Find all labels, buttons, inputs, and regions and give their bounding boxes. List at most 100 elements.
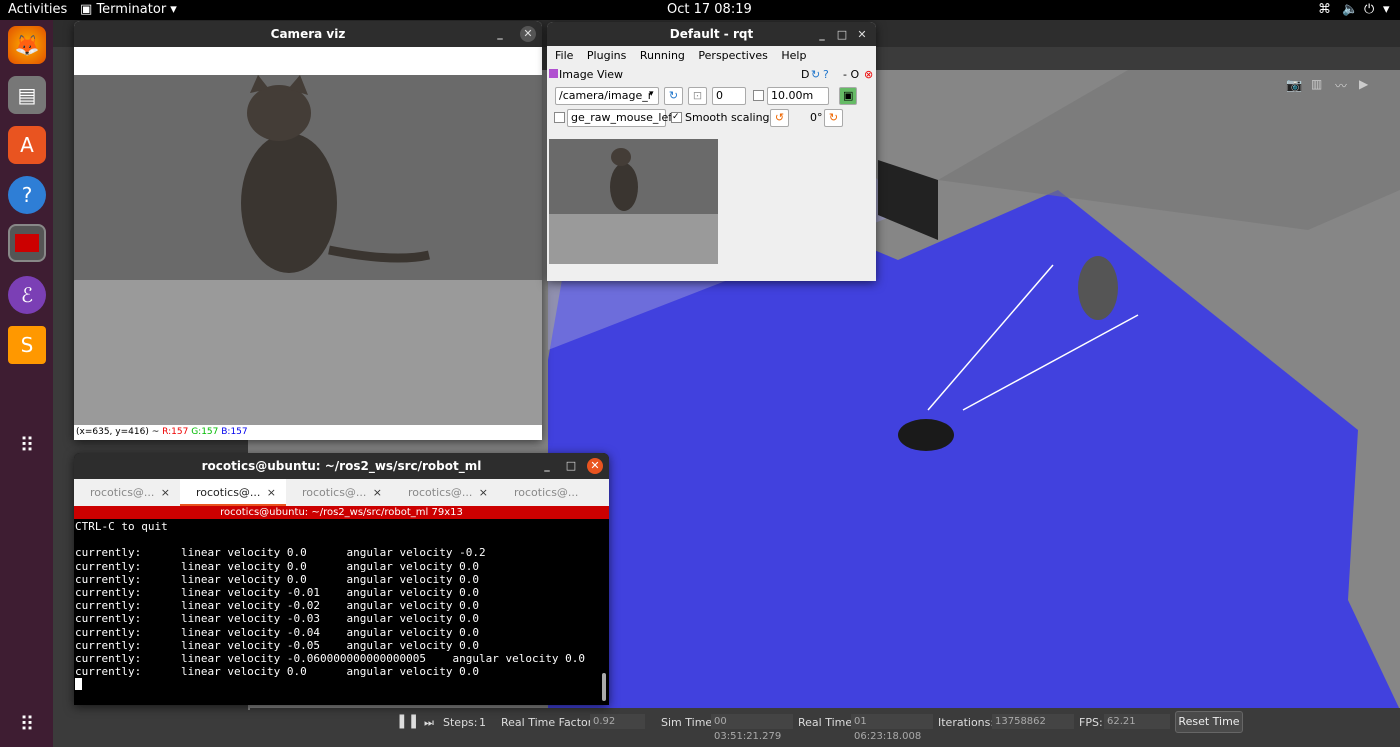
rotation-label: 0° bbox=[810, 111, 823, 124]
terminal-line: currently: linear velocity 0.0 angular v… bbox=[75, 559, 479, 573]
minimize-icon[interactable]: _ bbox=[539, 458, 555, 474]
minimize-icon[interactable]: _ bbox=[814, 27, 830, 43]
menu-perspectives[interactable]: Perspectives bbox=[698, 49, 767, 62]
power-icon[interactable]: ⏻ bbox=[1364, 2, 1374, 17]
close-icon[interactable]: ✕ bbox=[854, 27, 870, 43]
rqt-menubar: File Plugins Running Perspectives Help bbox=[555, 49, 816, 62]
tab-active[interactable]: rocotics@... × bbox=[180, 479, 286, 506]
terminal-line: currently: linear velocity -0.0600000000… bbox=[75, 652, 585, 666]
step-icon[interactable]: ⏭ bbox=[424, 716, 434, 730]
terminal-pane-title: rocotics@ubuntu: ~/ros2_ws/src/robot_ml … bbox=[74, 506, 609, 519]
close-tab-icon[interactable]: × bbox=[479, 486, 488, 499]
tab-label: rocotics@... bbox=[196, 486, 261, 499]
close-tab-icon[interactable]: × bbox=[161, 486, 170, 499]
tab[interactable]: rocotics@... × bbox=[392, 479, 498, 506]
menu-file[interactable]: File bbox=[555, 49, 573, 62]
camera-viz-window: Camera viz _ ✕ (x=635, y=416) ~ R:157 G:… bbox=[74, 21, 542, 440]
b-value: B:157 bbox=[221, 427, 248, 437]
close-tab-icon[interactable]: × bbox=[373, 486, 382, 499]
rtf-field: 0.92 bbox=[590, 714, 645, 729]
terminal-output[interactable]: CTRL-C to quit currently: linear velocit… bbox=[75, 520, 600, 702]
refresh-icon[interactable]: ↻ bbox=[664, 87, 683, 105]
topic-select[interactable]: /camera/image_r bbox=[555, 87, 659, 105]
system-menu-chevron-icon[interactable]: ▾ bbox=[1383, 2, 1390, 17]
steps-label: Steps: bbox=[443, 716, 478, 729]
terminal-line: currently: linear velocity -0.03 angular… bbox=[75, 612, 479, 626]
image-view-canvas[interactable] bbox=[549, 139, 718, 264]
tab[interactable]: rocotics@... bbox=[498, 479, 609, 506]
software-icon[interactable]: A bbox=[8, 126, 46, 164]
menu-help[interactable]: Help bbox=[781, 49, 806, 62]
terminator-icon[interactable] bbox=[8, 224, 46, 262]
help-icon[interactable]: ? bbox=[8, 176, 46, 214]
plot-icon[interactable]: 〰 bbox=[1335, 77, 1347, 94]
chevron-down-icon: ▾ bbox=[649, 89, 654, 99]
activities-button[interactable]: Activities bbox=[8, 2, 67, 17]
close-icon[interactable]: ✕ bbox=[587, 458, 603, 474]
maximize-icon[interactable]: □ bbox=[563, 458, 579, 474]
reload-icon[interactable]: ↻ bbox=[811, 68, 820, 81]
coords-text: (x=635, y=416) ~ bbox=[76, 427, 160, 437]
pane-title-text: rocotics@ubuntu: ~/ros2_ws/src/robot_ml … bbox=[220, 507, 463, 518]
log-icon[interactable]: ▥ bbox=[1311, 77, 1322, 91]
terminal-line: currently: linear velocity 0.0 angular v… bbox=[75, 546, 486, 560]
plugin-close-icon[interactable]: ⊗ bbox=[864, 68, 873, 81]
clock[interactable]: Oct 17 08:19 bbox=[667, 2, 752, 17]
save-image-icon[interactable]: ▣ bbox=[839, 87, 857, 105]
rotate-right-icon[interactable]: ↻ bbox=[824, 109, 843, 127]
tab[interactable]: rocotics@... × bbox=[286, 479, 392, 506]
zoom-icon[interactable]: ⊡ bbox=[688, 87, 707, 105]
maximize-icon[interactable]: □ bbox=[834, 27, 850, 43]
terminator-icon: ▣ bbox=[80, 2, 93, 17]
minimize-icon[interactable]: _ bbox=[492, 26, 508, 42]
mouse-publish-checkbox[interactable] bbox=[554, 112, 565, 123]
files-icon[interactable]: ▤ bbox=[8, 76, 46, 114]
app-menu[interactable]: ▣ Terminator ▾ bbox=[80, 2, 177, 17]
show-apps-icon[interactable]: ⠿ bbox=[8, 705, 46, 743]
max-range-field[interactable]: 10.00m bbox=[767, 87, 829, 105]
video-icon[interactable]: ▶ bbox=[1359, 77, 1368, 91]
window-title: Default - rqt bbox=[669, 27, 754, 41]
rotate-left-icon[interactable]: ↺ bbox=[770, 109, 789, 127]
close-tab-icon[interactable]: × bbox=[267, 486, 276, 499]
gazebo-status-bar: ❚❚ ⏭ Steps: 1 Real Time Factor: 0.92 Sim… bbox=[250, 708, 1400, 742]
terminal-cursor bbox=[75, 678, 82, 691]
mouse-topic-field[interactable]: ge_raw_mouse_left bbox=[567, 109, 676, 127]
close-icon[interactable]: ✕ bbox=[520, 26, 536, 42]
smooth-scaling-checkbox[interactable]: ✓ bbox=[671, 112, 682, 123]
top-bar: Activities ▣ Terminator ▾ Oct 17 08:19 ⌘… bbox=[0, 0, 1400, 20]
rqt-titlebar: Default - rqt _ □ ✕ bbox=[547, 22, 876, 46]
terminal-titlebar: rocotics@ubuntu: ~/ros2_ws/src/robot_ml … bbox=[74, 453, 609, 479]
reset-time-button[interactable]: Reset Time bbox=[1175, 711, 1243, 733]
plugin-minimize[interactable]: - O bbox=[843, 68, 859, 81]
firefox-icon[interactable]: 🦊 bbox=[8, 26, 46, 64]
terminal-line: currently: linear velocity -0.01 angular… bbox=[75, 586, 479, 600]
screenshot-icon[interactable]: 📷 bbox=[1286, 78, 1302, 93]
terminal-line: currently: linear velocity -0.04 angular… bbox=[75, 625, 479, 639]
window-title: rocotics@ubuntu: ~/ros2_ws/src/robot_ml bbox=[201, 459, 482, 473]
network-icon[interactable]: ⌘ bbox=[1318, 2, 1331, 17]
menu-plugins[interactable]: Plugins bbox=[587, 49, 626, 62]
iterations-label: Iterations: bbox=[938, 716, 995, 729]
range-checkbox[interactable] bbox=[753, 90, 764, 101]
volume-icon[interactable]: 🔈 bbox=[1342, 2, 1358, 17]
rqt-window: Default - rqt _ □ ✕ File Plugins Running… bbox=[547, 22, 876, 281]
spin-box[interactable]: 0 bbox=[712, 87, 746, 105]
dock: 🦊 ▤ A ? ℰ S ⠿ ⠿ bbox=[0, 20, 53, 747]
tab-label: rocotics@... bbox=[302, 486, 367, 499]
steps-value[interactable]: 1 bbox=[479, 716, 486, 729]
app-menu-label: Terminator bbox=[96, 2, 167, 17]
pause-icon[interactable]: ❚❚ bbox=[396, 713, 419, 729]
tab-label: rocotics@... bbox=[514, 486, 579, 499]
plugin-dock-button[interactable]: D bbox=[801, 68, 809, 81]
help-icon[interactable]: ? bbox=[823, 68, 829, 81]
tab[interactable]: rocotics@... × bbox=[74, 479, 180, 506]
g-value: G:157 bbox=[191, 427, 219, 437]
emacs-icon[interactable]: ℰ bbox=[8, 276, 46, 314]
sublime-icon[interactable]: S bbox=[8, 326, 46, 364]
menu-running[interactable]: Running bbox=[640, 49, 685, 62]
camera-image[interactable] bbox=[74, 75, 542, 425]
terminal-scrollbar[interactable] bbox=[602, 673, 606, 701]
apps-grid-icon[interactable]: ⠿ bbox=[8, 426, 46, 464]
real-time-label: Real Time: bbox=[798, 716, 856, 729]
